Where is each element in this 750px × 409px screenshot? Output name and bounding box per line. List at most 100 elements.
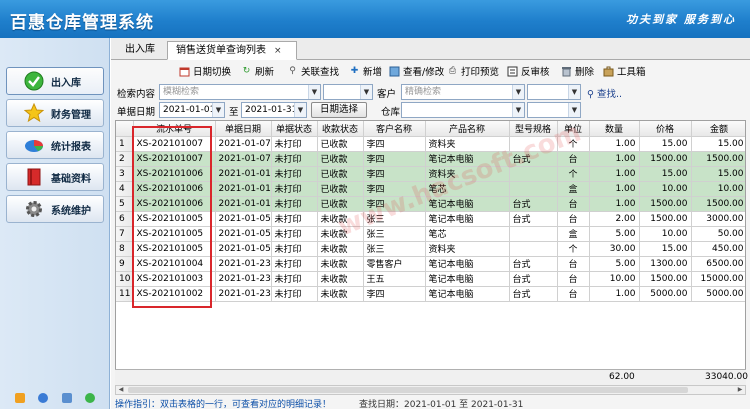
add-button[interactable]: ✚ 新增 bbox=[349, 64, 382, 78]
date-from-input[interactable]: 2021-01-01 ▼ bbox=[159, 102, 225, 118]
table-cell: XS-202101006 bbox=[133, 196, 216, 212]
table-row[interactable]: 11 XS-202101002 2021-01-23 未打印 未收款 李四 笔记本电脑 台式台… bbox=[116, 286, 745, 302]
warehouse-select[interactable]: ▼ bbox=[401, 102, 525, 118]
horizontal-scrollbar[interactable]: ◀ ▶ bbox=[115, 385, 746, 395]
chevron-down-icon[interactable]: ▼ bbox=[360, 85, 372, 99]
date-to-input[interactable]: 2021-01-31 ▼ bbox=[241, 102, 307, 118]
sidebar-item-finance[interactable]: 财务管理 bbox=[6, 99, 104, 127]
table-cell: XS-202101002 bbox=[133, 286, 216, 302]
tab-bar: 出入库 销售送货单查询列表 × bbox=[111, 38, 750, 60]
table-cell: 未收款 bbox=[317, 271, 364, 287]
column-header[interactable]: 单据状态 bbox=[271, 121, 318, 137]
chevron-down-icon[interactable]: ▼ bbox=[512, 85, 524, 99]
column-header[interactable]: 流水单号 bbox=[133, 121, 216, 137]
gear-icon bbox=[23, 198, 45, 220]
warehouse-mode-select[interactable]: ▼ bbox=[527, 102, 581, 118]
search-icon: ⚲ bbox=[587, 89, 594, 100]
chevron-down-icon[interactable]: ▼ bbox=[212, 103, 224, 117]
tab-inventory[interactable]: 出入库 bbox=[117, 41, 163, 60]
scroll-thumb[interactable] bbox=[128, 387, 688, 393]
chevron-down-icon[interactable]: ▼ bbox=[568, 103, 580, 117]
table-cell: 笔记本电脑 bbox=[425, 256, 510, 272]
sidebar-item-reports[interactable]: 统计报表 bbox=[6, 131, 104, 159]
table-cell: 台 bbox=[557, 211, 590, 227]
chevron-down-icon[interactable]: ▼ bbox=[308, 85, 320, 99]
table-row[interactable]: 9 XS-202101004 2021-01-23 未打印 未收款 零售客户 笔记本电脑 台式… bbox=[116, 256, 745, 272]
chevron-down-icon[interactable]: ▼ bbox=[568, 85, 580, 99]
view-edit-button[interactable]: 查看/修改 bbox=[389, 64, 444, 78]
date-select-button[interactable]: 日期选择 bbox=[311, 102, 367, 118]
table-cell: 1500.00 bbox=[639, 271, 692, 287]
delete-button[interactable]: 删除 bbox=[561, 64, 594, 78]
table-cell: 个 bbox=[557, 166, 590, 182]
table-row[interactable]: 7 XS-202101005 2021-01-05 未打印 未收款 张三 笔芯盒 5.00 10… bbox=[116, 226, 745, 242]
unapprove-button[interactable]: 反审核 bbox=[507, 64, 550, 78]
table-row[interactable]: 10 XS-202101003 2021-01-23 未打印 未收款 王五 笔记本电脑 台式台… bbox=[116, 271, 745, 287]
table-cell: 8 bbox=[116, 241, 134, 257]
date-toggle-button[interactable]: 日期切换 bbox=[179, 64, 231, 78]
column-header[interactable]: 数量 bbox=[589, 121, 640, 137]
table-cell: 未打印 bbox=[271, 196, 318, 212]
column-header[interactable]: 价格 bbox=[639, 121, 692, 137]
table-cell: 个 bbox=[557, 241, 590, 257]
chevron-down-icon[interactable]: ▼ bbox=[294, 103, 306, 117]
table-cell: 未收款 bbox=[317, 286, 364, 302]
table-cell: XS-202101005 bbox=[133, 211, 216, 227]
edit-icon bbox=[389, 66, 400, 77]
sales-delivery-grid[interactable]: 流水单号 单据日期 单据状态 收款状态 客户名称 产品名称 型号规格 单位 数量 价格 金额 1 XS… bbox=[115, 120, 746, 385]
table-cell: 2021-01-05 bbox=[215, 226, 272, 242]
table-cell: 台 bbox=[557, 256, 590, 272]
column-header[interactable]: 产品名称 bbox=[425, 121, 510, 137]
table-cell: XS-202101007 bbox=[133, 136, 216, 152]
table-cell: 2.00 bbox=[589, 211, 640, 227]
chevron-down-icon[interactable]: ▼ bbox=[512, 103, 524, 117]
column-header[interactable]: 客户名称 bbox=[363, 121, 426, 137]
delete-icon bbox=[561, 66, 572, 77]
table-cell: 1.00 bbox=[589, 181, 640, 197]
close-icon[interactable]: × bbox=[274, 46, 282, 56]
table-row[interactable]: 1 XS-202101007 2021-01-07 未打印 已收款 李四 资料夹个 1.00 1… bbox=[116, 136, 745, 152]
scroll-left-icon[interactable]: ◀ bbox=[116, 386, 126, 394]
table-cell: 15.00 bbox=[639, 241, 692, 257]
table-cell: 未打印 bbox=[271, 256, 318, 272]
sidebar-item-inventory[interactable]: 出入库 bbox=[6, 67, 104, 95]
table-cell: 未打印 bbox=[271, 286, 318, 302]
table-cell: 未打印 bbox=[271, 226, 318, 242]
column-header[interactable] bbox=[116, 121, 134, 137]
refresh-button[interactable]: ↻ 刷新 bbox=[241, 64, 274, 78]
table-row[interactable]: 6 XS-202101005 2021-01-05 未打印 未收款 张三 笔记本电脑 台式台 2… bbox=[116, 211, 745, 227]
table-cell: 未打印 bbox=[271, 166, 318, 182]
table-cell: 11 bbox=[116, 286, 134, 302]
to-label: 至 bbox=[229, 107, 239, 118]
toolbox-button[interactable]: 工具箱 bbox=[603, 64, 646, 78]
table-cell: 50.00 bbox=[691, 226, 745, 242]
table-cell: 李四 bbox=[363, 136, 426, 152]
scroll-right-icon[interactable]: ▶ bbox=[735, 386, 745, 394]
search-mode-select[interactable]: ▼ bbox=[323, 84, 373, 100]
related-search-button[interactable]: ⚲ 关联查找 bbox=[287, 64, 339, 78]
table-cell: 笔记本电脑 bbox=[425, 271, 510, 287]
table-cell: XS-202101005 bbox=[133, 241, 216, 257]
print-preview-button[interactable]: ⎙ 打印预览 bbox=[447, 64, 499, 78]
find-link[interactable]: ⚲ 查找.. bbox=[587, 86, 622, 100]
print-preview-icon: ⎙ bbox=[448, 66, 457, 76]
column-header[interactable]: 单据日期 bbox=[215, 121, 272, 137]
customer-mode-select[interactable]: ▼ bbox=[527, 84, 581, 100]
refresh-icon[interactable] bbox=[85, 393, 96, 403]
search-input[interactable]: 模糊检索 ▼ bbox=[159, 84, 321, 100]
tab-sales-delivery-list[interactable]: 销售送货单查询列表 × bbox=[167, 41, 297, 60]
sidebar-item-system[interactable]: 系统维护 bbox=[6, 195, 104, 223]
window-icon[interactable] bbox=[61, 393, 72, 403]
operation-hint: 操作指引：双击表格的一行，可查看对应的明细记录！ bbox=[115, 400, 332, 409]
table-row[interactable]: 8 XS-202101005 2021-01-05 未打印 未收款 张三 资料夹 个 30.00… bbox=[116, 241, 745, 257]
table-cell: 零售客户 bbox=[363, 256, 426, 272]
help-icon[interactable] bbox=[38, 393, 49, 403]
column-header[interactable]: 金额 bbox=[691, 121, 745, 137]
sidebar-item-basic-data[interactable]: 基础资料 bbox=[6, 163, 104, 191]
folder-icon[interactable] bbox=[14, 393, 25, 403]
table-cell: 台 bbox=[557, 286, 590, 302]
column-header[interactable]: 收款状态 bbox=[317, 121, 364, 137]
table-cell: 笔记本电脑 bbox=[425, 286, 510, 302]
table-row[interactable]: 2 XS-202101007 2021-01-07 未打印 已收款 李四 笔记本电脑 台式台 1… bbox=[116, 151, 745, 167]
customer-input[interactable]: 精确检索 ▼ bbox=[401, 84, 525, 100]
